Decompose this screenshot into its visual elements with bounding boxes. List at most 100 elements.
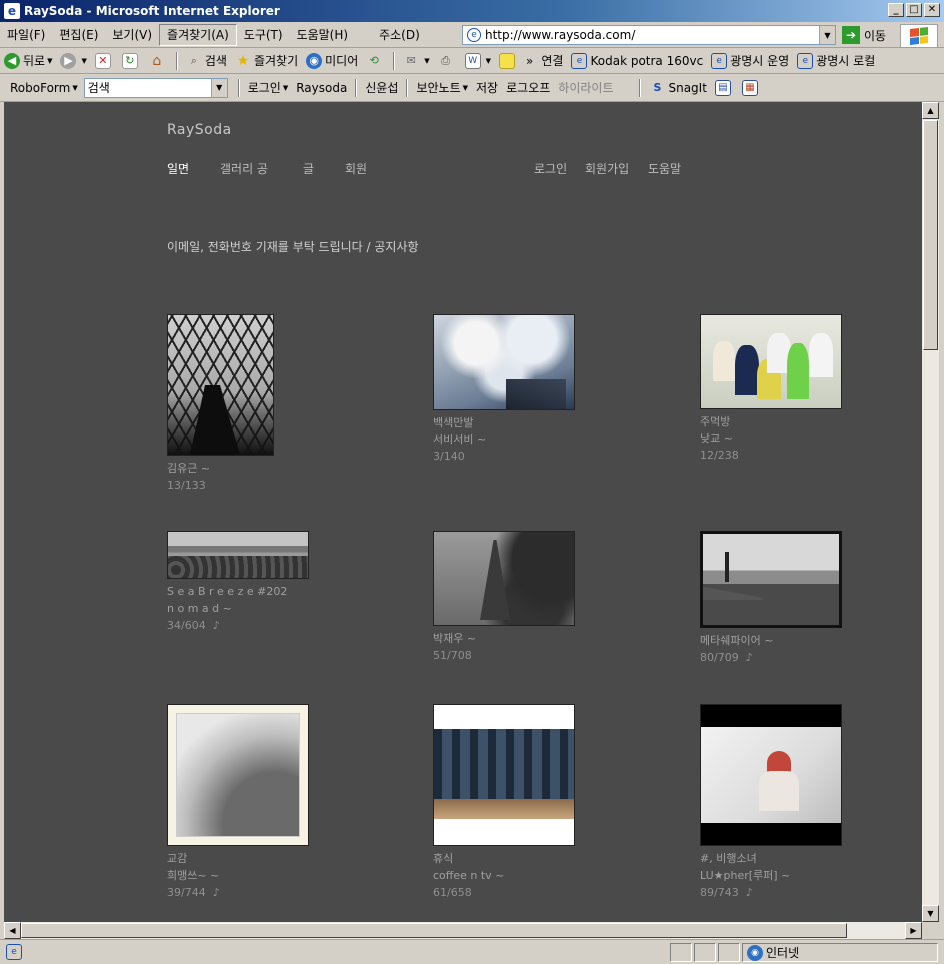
nav-home[interactable]: 일면 (167, 160, 189, 177)
menu-tools[interactable]: 도구(T) (237, 25, 290, 45)
menu-file[interactable]: 파일(F) (0, 25, 52, 45)
edit-button[interactable]: W ▼ (461, 52, 495, 69)
close-button[interactable]: ✕ (924, 3, 940, 17)
roboform-login[interactable]: 로그인 ▼ (244, 79, 293, 96)
photo-thumbnail[interactable] (167, 531, 309, 579)
gallery-item: 백색만발 서비서비 ~ 3/140 (433, 314, 575, 465)
snagit-capture-button[interactable]: ▤ (711, 79, 738, 96)
back-button[interactable]: ◀ 뒤로 ▼ (0, 52, 56, 69)
photo-author[interactable]: 김유근 ~ (167, 460, 274, 477)
roboform-identity[interactable]: 신윤섭 (361, 79, 402, 96)
history-button[interactable]: ⟲ (362, 53, 389, 69)
photo-thumbnail[interactable] (700, 704, 842, 846)
edit-dropdown-icon[interactable]: ▼ (486, 57, 491, 65)
home-button[interactable]: ⌂ (145, 53, 172, 69)
more-toolbar-chevron[interactable]: » (522, 54, 537, 68)
address-bar[interactable]: e http://www.raysoda.com/ ▼ (462, 25, 836, 45)
nav-help[interactable]: 도움말 (648, 160, 681, 177)
maximize-button[interactable]: □ (906, 3, 922, 17)
scroll-down-icon[interactable]: ▼ (922, 905, 939, 922)
nav-gallery[interactable]: 갤러리 공 (220, 160, 268, 177)
stop-button[interactable]: ✕ (91, 52, 118, 69)
horizontal-scroll-thumb[interactable] (21, 923, 847, 938)
address-dropdown-icon[interactable]: ▼ (819, 26, 835, 44)
roboform-logoff[interactable]: 로그오프 (502, 79, 554, 96)
nav-writing[interactable]: 글 (303, 160, 314, 177)
photo-title[interactable]: 교감 (167, 850, 309, 867)
site-logo[interactable]: RaySoda (167, 122, 232, 138)
scroll-left-icon[interactable]: ◀ (4, 922, 21, 939)
photo-author[interactable]: 메타쉐파이어 ~ (700, 632, 842, 649)
photo-thumbnail[interactable] (167, 314, 274, 456)
photo-title[interactable]: #, 비행소녀 (700, 850, 842, 867)
photo-title[interactable]: 주먹방 (700, 413, 842, 430)
menu-help[interactable]: 도움말(H) (290, 25, 356, 45)
photo-thumbnail[interactable] (433, 531, 575, 626)
photo-author[interactable]: 낮교 ~ (700, 430, 842, 447)
roboform-search-input[interactable]: 검색 ▼ (83, 77, 228, 98)
logoff-label: 로그오프 (506, 81, 551, 95)
roboform-safenotes[interactable]: 보안노트 ▼ (412, 79, 472, 96)
forward-dropdown-icon[interactable]: ▼ (81, 57, 86, 65)
refresh-icon: ↻ (121, 52, 138, 69)
toolbar-separator (639, 78, 642, 97)
photo-title[interactable]: S e a B r e e z e #202 (167, 583, 309, 600)
menu-view[interactable]: 보기(V) (105, 25, 159, 45)
link-gwangmyeong-1[interactable]: e 광명시 운영 (707, 52, 793, 69)
photo-author[interactable]: coffee n tv ~ (433, 867, 575, 884)
roboform-dropdown-icon: ▼ (72, 83, 78, 92)
photo-title[interactable]: 휴식 (433, 850, 575, 867)
photo-author[interactable]: 서비서비 ~ (433, 431, 575, 448)
roboform-menu[interactable]: RoboForm ▼ (0, 81, 82, 95)
snagit-icon: S (653, 81, 662, 94)
roboform-search-dropdown-icon[interactable]: ▼ (210, 78, 227, 97)
menu-edit[interactable]: 편집(E) (52, 25, 105, 45)
forward-button[interactable]: ▶ ▼ (56, 52, 90, 69)
refresh-button[interactable]: ↻ (118, 52, 145, 69)
link-kodak[interactable]: e Kodak potra 160vc (567, 52, 707, 69)
favorites-button[interactable]: ★ 즐겨찾기 (231, 52, 302, 69)
vertical-scroll-thumb[interactable] (923, 120, 938, 350)
photo-thumbnail[interactable] (433, 704, 575, 846)
roboform-save[interactable]: 저장 (472, 79, 502, 96)
toolbar-separator (393, 51, 396, 70)
windows-logo (900, 24, 938, 48)
roboform-raysoda[interactable]: Raysoda (292, 81, 351, 95)
vertical-scrollbar[interactable]: ▲ ▼ (922, 102, 939, 922)
minimize-button[interactable]: _ (888, 3, 904, 17)
photo-thumbnail[interactable] (433, 314, 575, 410)
roboform-search-value: 검색 (87, 80, 110, 95)
roboform-highlight[interactable]: 하이라이트 (554, 79, 617, 96)
photo-thumbnail[interactable] (167, 704, 309, 846)
snagit-button[interactable]: S SnagIt (645, 80, 710, 96)
photo-author[interactable]: 박재우 ~ (433, 630, 575, 647)
photo-author[interactable]: n o m a d ~ (167, 600, 309, 617)
search-button[interactable]: ⌕ 검색 (182, 52, 231, 69)
link-gwangmyeong-2[interactable]: e 광명시 로컬 (793, 52, 879, 69)
print-button[interactable]: ⎙ (434, 53, 461, 69)
mail-dropdown-icon[interactable]: ▼ (424, 57, 429, 65)
photo-title[interactable]: 백색만발 (433, 414, 575, 431)
photo-author[interactable]: 희맹쓰~ ~ (167, 867, 309, 884)
mail-button[interactable]: ✉ ▼ (399, 53, 433, 69)
link-kodak-label: Kodak potra 160vc (590, 53, 704, 68)
photo-thumbnail[interactable] (700, 314, 842, 409)
go-button[interactable]: ➔ 이동 (842, 25, 886, 45)
nav-login[interactable]: 로그인 (534, 160, 567, 177)
nav-members[interactable]: 회원 (345, 160, 367, 177)
word-icon: W (464, 52, 481, 69)
photo-author[interactable]: LU★pher[루퍼] ~ (700, 867, 842, 884)
snagit-capture-web-button[interactable]: ▦ (738, 79, 765, 96)
scroll-right-icon[interactable]: ▶ (905, 922, 922, 939)
menu-favorites[interactable]: 즐겨찾기(A) (159, 23, 237, 46)
media-button[interactable]: ◉ 미디어 (302, 52, 362, 69)
notice-link[interactable]: 이메일, 전화번호 기재를 부탁 드립니다 / 공지사항 (167, 238, 419, 255)
back-dropdown-icon[interactable]: ▼ (47, 57, 52, 65)
note-button[interactable] (495, 52, 522, 69)
security-zone: ◉ 인터넷 (742, 943, 938, 962)
nav-signup[interactable]: 회원가입 (585, 160, 629, 177)
address-url[interactable]: http://www.raysoda.com/ (485, 28, 635, 42)
scroll-up-icon[interactable]: ▲ (922, 102, 939, 119)
horizontal-scrollbar[interactable]: ◀ ▶ (4, 922, 922, 939)
photo-thumbnail[interactable] (700, 531, 842, 628)
